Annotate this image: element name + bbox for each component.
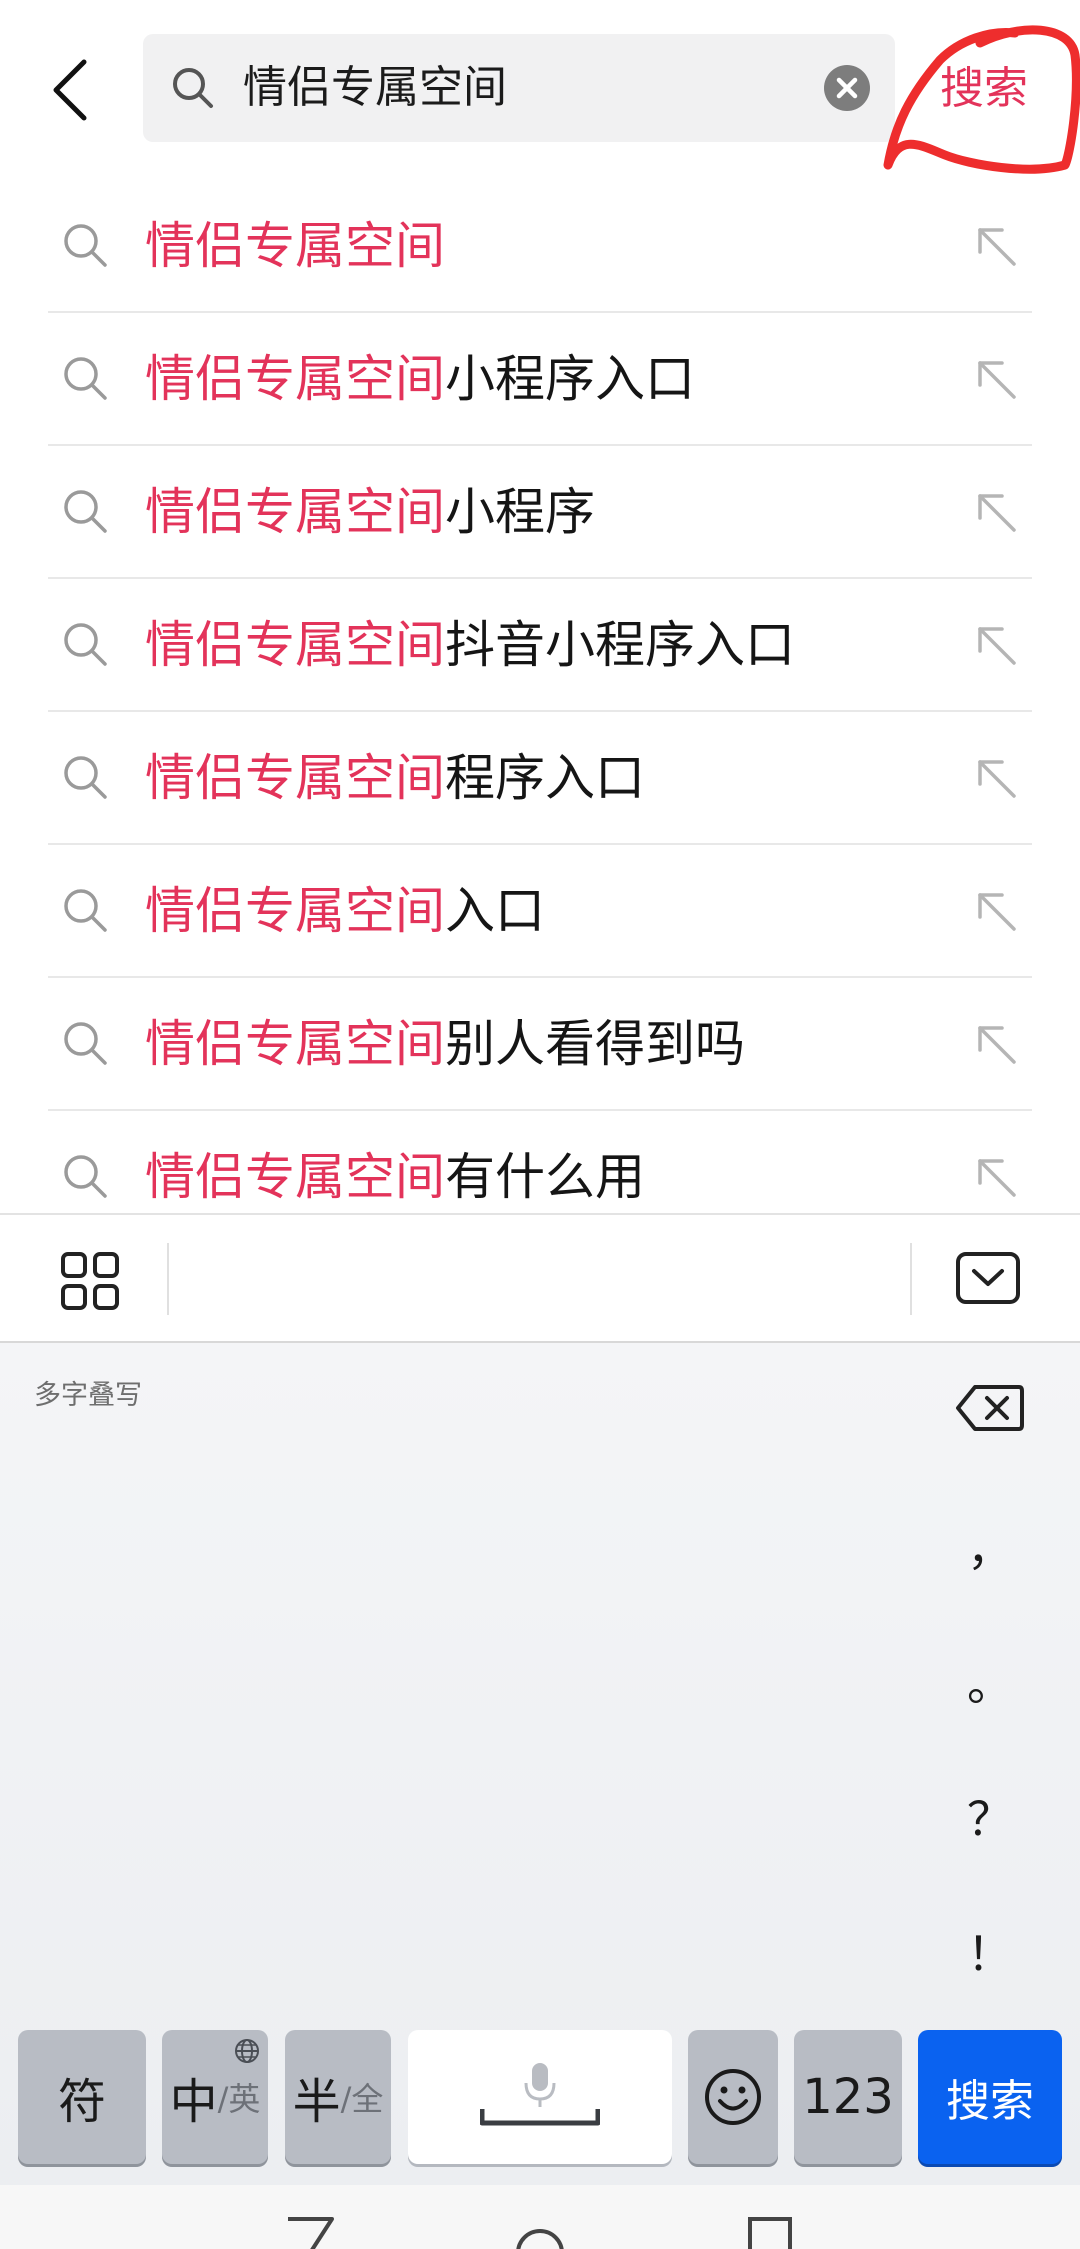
suggestion-rest: 有什么用 (445, 1148, 645, 1206)
fill-query-arrow-icon[interactable] (972, 222, 1020, 270)
numbers-key-label: 123 (802, 2069, 894, 2125)
fill-query-arrow-icon[interactable] (972, 488, 1020, 536)
keyboard-search-label: 搜索 (946, 2076, 1034, 2127)
fill-query-arrow-icon[interactable] (972, 355, 1020, 403)
back-button[interactable] (40, 50, 100, 130)
suggestion-highlight: 情侣专属空间 (145, 616, 445, 674)
exclamation-key[interactable]: ！ (940, 1918, 1040, 1984)
search-query-text: 情侣专属空间 (243, 62, 507, 113)
search-icon (173, 68, 213, 108)
grid-menu-icon[interactable] (60, 1251, 120, 1311)
width-main-label: 半 (292, 2074, 341, 2130)
search-header: 情侣专属空间 搜索 (0, 0, 1080, 180)
emoji-icon (705, 2069, 761, 2125)
suggestion-highlight: 情侣专属空间 (145, 1148, 445, 1206)
language-toggle-key[interactable]: 中/英 (162, 2030, 268, 2164)
suggestion-row[interactable]: 情侣专属空间入口 (0, 845, 1080, 978)
suggestion-text: 情侣专属空间别人看得到吗 (145, 978, 745, 1111)
suggestion-row[interactable]: 情侣专属空间 (0, 180, 1080, 313)
search-icon (64, 756, 107, 799)
suggestion-rest: 别人看得到吗 (445, 1015, 745, 1073)
clear-icon[interactable] (823, 64, 871, 112)
suggestion-highlight: 情侣专属空间 (145, 217, 445, 275)
suggestion-text: 情侣专属空间 (145, 180, 445, 313)
handwriting-mode-label[interactable]: 多字叠写 (34, 1373, 142, 1412)
handwriting-keyboard[interactable]: 多字叠写 ， 。 ？ ！ 符 中/英 半/全 123 搜索 (0, 1343, 1080, 2185)
suggestion-rest: 程序入口 (445, 749, 645, 807)
suggestion-rest: 抖音小程序入口 (445, 616, 795, 674)
globe-icon (235, 2039, 259, 2063)
suggestion-row[interactable]: 情侣专属空间小程序入口 (0, 313, 1080, 446)
suggestion-row[interactable]: 情侣专属空间小程序 (0, 446, 1080, 579)
symbol-key-label: 符 (57, 2074, 106, 2130)
question-key[interactable]: ？ (940, 1783, 1040, 1849)
suggestion-text: 情侣专属空间小程序入口 (145, 313, 695, 446)
toolbar-divider (167, 1243, 169, 1315)
keyboard-search-key[interactable]: 搜索 (918, 2030, 1062, 2164)
suggestion-rest: 小程序入口 (445, 350, 695, 408)
collapse-keyboard-icon[interactable] (955, 1251, 1021, 1305)
suggestion-highlight: 情侣专属空间 (145, 749, 445, 807)
suggestion-text: 情侣专属空间抖音小程序入口 (145, 579, 795, 712)
lang-main-label: 中 (169, 2074, 218, 2130)
search-icon (64, 889, 107, 932)
suggestion-text: 情侣专属空间程序入口 (145, 712, 645, 845)
search-icon (64, 490, 107, 533)
suggestion-row[interactable]: 情侣专属空间程序入口 (0, 712, 1080, 845)
home-circle-icon[interactable] (512, 2215, 568, 2249)
search-input[interactable]: 情侣专属空间 (143, 34, 895, 142)
fill-query-arrow-icon[interactable] (972, 754, 1020, 802)
symbol-key[interactable]: 符 (18, 2030, 146, 2164)
space-key[interactable] (408, 2030, 672, 2164)
suggestion-row[interactable]: 情侣专属空间抖音小程序入口 (0, 579, 1080, 712)
search-icon (64, 1022, 107, 1065)
suggestion-text: 情侣专属空间小程序 (145, 446, 595, 579)
recents-square-icon[interactable] (742, 2215, 798, 2249)
fill-query-arrow-icon[interactable] (972, 1153, 1020, 1201)
toolbar-divider (910, 1243, 912, 1315)
suggestion-rest: 小程序 (445, 483, 595, 541)
backspace-icon[interactable] (955, 1383, 1025, 1433)
microphone-icon (480, 2063, 600, 2126)
period-key[interactable]: 。 (940, 1648, 1040, 1714)
suggestion-highlight: 情侣专属空间 (145, 483, 445, 541)
fill-query-arrow-icon[interactable] (972, 887, 1020, 935)
width-toggle-key[interactable]: 半/全 (285, 2030, 391, 2164)
fill-query-arrow-icon[interactable] (972, 1020, 1020, 1068)
numbers-key[interactable]: 123 (794, 2030, 902, 2164)
suggestion-list: 情侣专属空间 情侣专属空间小程序入口 情侣专属空间小程序 情侣专属空间抖音小程序入口情… (0, 180, 1080, 1244)
suggestion-row[interactable]: 情侣专属空间别人看得到吗 (0, 978, 1080, 1111)
back-triangle-icon[interactable] (282, 2215, 338, 2249)
suggestion-highlight: 情侣专属空间 (145, 882, 445, 940)
search-icon (64, 357, 107, 400)
search-icon (64, 224, 107, 267)
search-icon (64, 623, 107, 666)
suggestion-highlight: 情侣专属空间 (145, 1015, 445, 1073)
keyboard-toolbar (0, 1213, 1080, 1343)
suggestion-text: 情侣专属空间入口 (145, 845, 545, 978)
emoji-key[interactable] (688, 2030, 778, 2164)
comma-key[interactable]: ， (940, 1513, 1040, 1579)
suggestion-highlight: 情侣专属空间 (145, 350, 445, 408)
search-icon (64, 1155, 107, 1198)
lang-alt-label: /英 (217, 2080, 261, 2118)
chevron-left-icon (53, 59, 87, 121)
system-nav-bar (0, 2185, 1080, 2249)
width-alt-label: /全 (340, 2080, 384, 2118)
search-button[interactable]: 搜索 (940, 46, 1060, 132)
fill-query-arrow-icon[interactable] (972, 621, 1020, 669)
suggestion-rest: 入口 (445, 882, 545, 940)
